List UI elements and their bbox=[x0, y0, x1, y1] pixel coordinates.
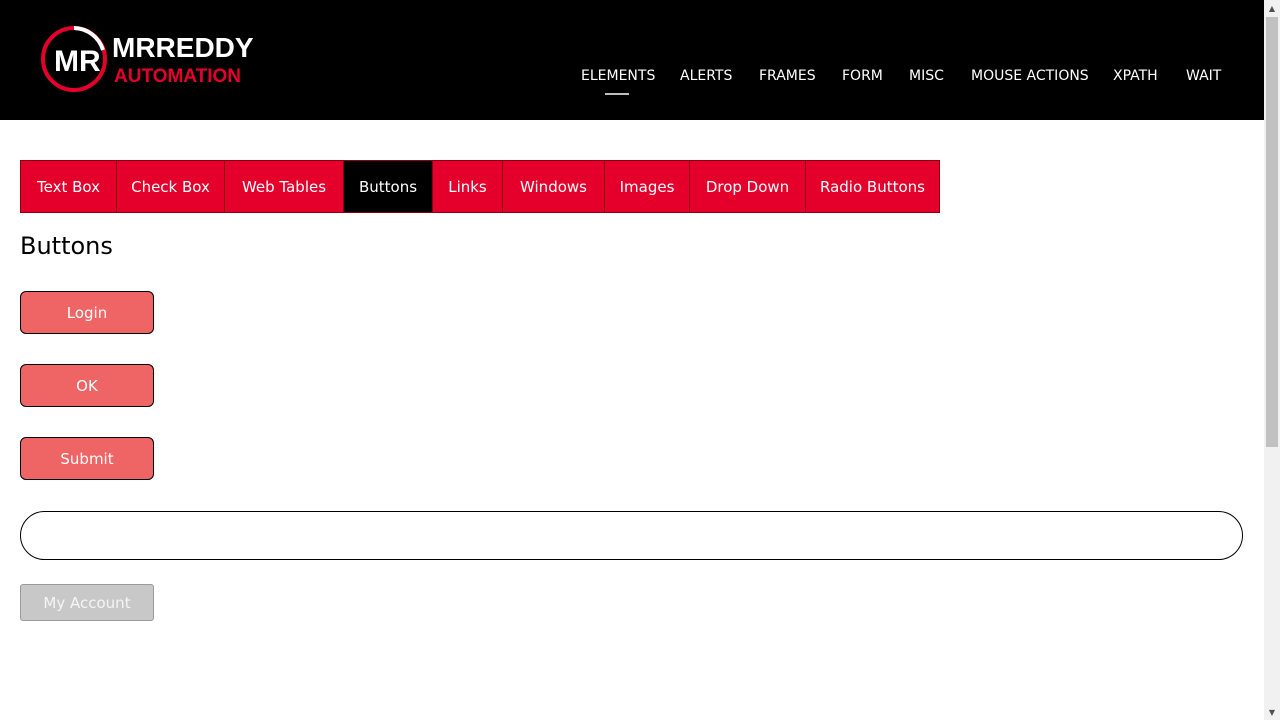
tab-images[interactable]: Images bbox=[605, 161, 690, 212]
tab-buttons[interactable]: Buttons bbox=[344, 161, 433, 212]
ok-button[interactable]: OK bbox=[20, 364, 154, 407]
vertical-scrollbar[interactable]: ▲ ▼ bbox=[1264, 0, 1280, 720]
logo-line1: MRREDDY bbox=[112, 32, 254, 63]
login-button[interactable]: Login bbox=[20, 291, 154, 334]
tab-windows[interactable]: Windows bbox=[503, 161, 605, 212]
nav-item-mouse-actions[interactable]: MOUSE ACTIONS bbox=[971, 66, 1089, 86]
nav-active-indicator bbox=[605, 93, 629, 95]
nav-item-xpath[interactable]: XPATH bbox=[1113, 66, 1158, 86]
main-nav: ELEMENTS ALERTS FRAMES FORM MISC MOUSE A… bbox=[0, 66, 1264, 96]
site-header: MR MRREDDY AUTOMATION ELEMENTS ALERTS FR… bbox=[0, 0, 1264, 120]
tab-radio-buttons[interactable]: Radio Buttons bbox=[806, 161, 939, 212]
browser-viewport: MR MRREDDY AUTOMATION ELEMENTS ALERTS FR… bbox=[0, 0, 1280, 720]
nav-item-frames[interactable]: FRAMES bbox=[759, 66, 816, 86]
scroll-down-icon[interactable]: ▼ bbox=[1264, 704, 1280, 720]
tab-drop-down[interactable]: Drop Down bbox=[690, 161, 806, 212]
nav-item-alerts[interactable]: ALERTS bbox=[680, 66, 732, 86]
text-input[interactable] bbox=[20, 511, 1243, 560]
tab-web-tables[interactable]: Web Tables bbox=[225, 161, 344, 212]
page-title: Buttons bbox=[20, 232, 113, 260]
nav-item-elements[interactable]: ELEMENTS bbox=[581, 66, 655, 86]
page-content: MR MRREDDY AUTOMATION ELEMENTS ALERTS FR… bbox=[0, 0, 1264, 720]
scroll-up-icon[interactable]: ▲ bbox=[1264, 0, 1280, 16]
nav-item-form[interactable]: FORM bbox=[842, 66, 883, 86]
scroll-thumb[interactable] bbox=[1266, 17, 1278, 447]
tab-text-box[interactable]: Text Box bbox=[21, 161, 117, 212]
submit-button[interactable]: Submit bbox=[20, 437, 154, 480]
tab-links[interactable]: Links bbox=[433, 161, 503, 212]
nav-item-wait[interactable]: WAIT bbox=[1186, 66, 1221, 86]
nav-item-misc[interactable]: MISC bbox=[909, 66, 944, 86]
elements-tab-bar: Text Box Check Box Web Tables Buttons Li… bbox=[20, 160, 940, 213]
tab-check-box[interactable]: Check Box bbox=[117, 161, 225, 212]
my-account-button: My Account bbox=[20, 584, 154, 621]
